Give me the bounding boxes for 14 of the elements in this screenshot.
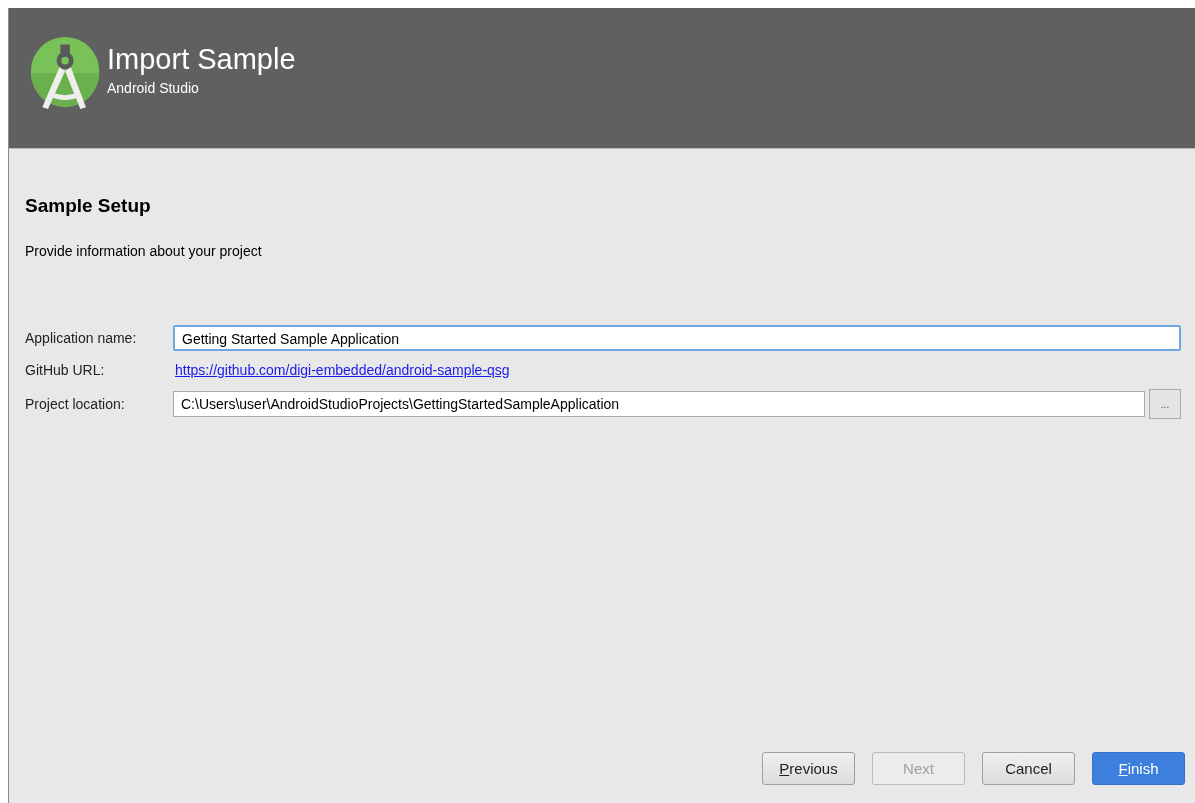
github-link[interactable]: https://github.com/digi-embedded/android-sample-qsg: [175, 362, 510, 378]
wizard-button[interactable]: Cancel: [982, 752, 1075, 785]
field-label: Project location:: [25, 396, 126, 412]
wizard-button[interactable]: Previous: [762, 752, 855, 785]
dialog-subtitle: Android Studio: [107, 79, 200, 96]
dialog-title: Import Sample: [107, 42, 296, 76]
field-label: Application name:: [25, 330, 138, 346]
section-description: Provide information about your project: [25, 243, 263, 259]
input-field[interactable]: Getting Started Sample Application: [173, 325, 1181, 351]
section-title: Sample Setup: [25, 195, 152, 217]
input-field[interactable]: C:\Users\user\AndroidStudioProjects\GettingStartedSampleApplication: [173, 391, 1145, 417]
field-label: GitHub URL:: [25, 362, 106, 378]
wizard-button[interactable]: Finish: [1092, 752, 1185, 785]
browse-button[interactable]: ...: [1149, 389, 1181, 419]
